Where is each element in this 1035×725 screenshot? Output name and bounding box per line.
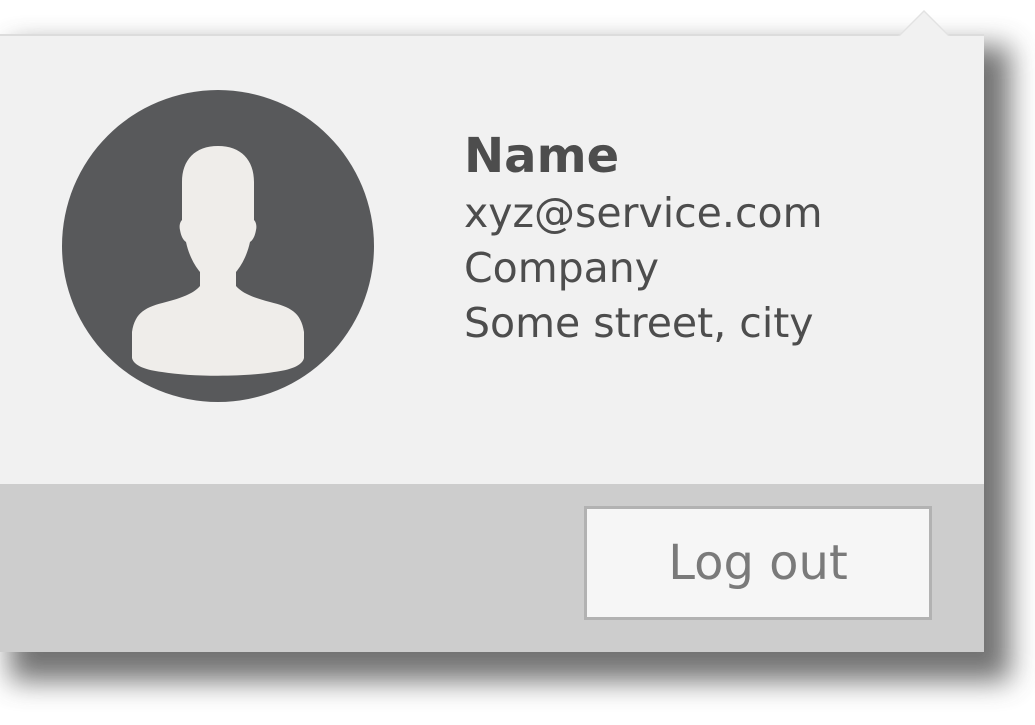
user-silhouette-icon xyxy=(132,146,304,376)
logout-button[interactable]: Log out xyxy=(584,506,932,620)
account-popover-stage: Name xyz@service.com Company Some street… xyxy=(0,0,1035,725)
popover-footer: Log out xyxy=(0,484,984,652)
profile-company: Company xyxy=(464,244,660,292)
avatar xyxy=(62,90,374,402)
profile-email: xyz@service.com xyxy=(464,189,823,237)
profile-address: Some street, city xyxy=(464,299,814,347)
account-popover: Name xyz@service.com Company Some street… xyxy=(0,34,984,652)
popover-caret xyxy=(900,12,948,36)
profile-name: Name xyxy=(464,128,620,184)
profile-info: Name xyz@service.com Company Some street… xyxy=(464,126,823,351)
